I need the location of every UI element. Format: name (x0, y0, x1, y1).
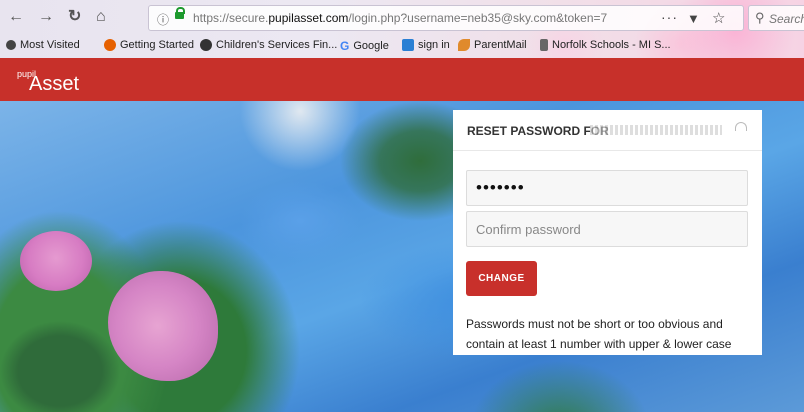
bookmark-label: Norfolk Schools - MI S... (552, 39, 671, 51)
info-icon[interactable]: ⓘ (157, 11, 169, 28)
page-actions-menu-icon[interactable]: ··· (661, 9, 678, 25)
norfolk-icon (540, 39, 548, 51)
url-text[interactable]: https://secure.pupilasset.com/login.php?… (193, 11, 633, 25)
bookmark-getting-started[interactable]: Getting Started (104, 39, 194, 51)
bookmark-label: Getting Started (120, 39, 194, 51)
bookmark-google[interactable]: G Google (340, 39, 389, 53)
search-icon: ⚲ (755, 10, 765, 25)
search-placeholder: Search (769, 12, 804, 26)
globe-icon (200, 39, 212, 51)
search-box[interactable]: ⚲ Search (748, 5, 804, 31)
back-icon[interactable]: ← (8, 8, 24, 26)
pocket-icon[interactable]: ▼ (687, 11, 700, 26)
password-help-text: Passwords must not be short or too obvio… (466, 317, 732, 351)
bookmark-label: Google (353, 40, 389, 52)
url-bar[interactable]: ⓘ https://secure.pupilasset.com/login.ph… (148, 5, 744, 31)
bookmark-childrens-services[interactable]: Children's Services Fin... (200, 39, 337, 51)
logo-big-text: Asset (29, 73, 80, 95)
password-field[interactable]: ••••••• (466, 170, 748, 206)
reset-password-panel: RESET PASSWORD FOR ••••••• Confirm passw… (453, 110, 762, 355)
confirm-password-field[interactable]: Confirm password (466, 211, 748, 247)
browser-toolbar: ← → ↻ ⌂ ⓘ https://secure.pupilasset.com/… (0, 0, 804, 36)
panel-title: RESET PASSWORD FOR (467, 124, 609, 138)
password-value: ••••••• (476, 178, 525, 197)
confirm-password-placeholder: Confirm password (476, 222, 581, 237)
panel-header: RESET PASSWORD FOR (453, 110, 762, 151)
sign-in-icon (402, 39, 414, 51)
redacted-username (590, 125, 722, 135)
bell-icon (735, 122, 747, 131)
home-icon[interactable]: ⌂ (96, 8, 106, 26)
bookmark-parentmail[interactable]: ParentMail (458, 39, 527, 51)
bookmark-label: ParentMail (474, 39, 527, 51)
bookmark-norfolk-schools[interactable]: Norfolk Schools - MI S... (540, 39, 671, 51)
app-header: pupil Asset (0, 58, 804, 101)
parentmail-icon (458, 39, 470, 51)
bookmark-label: Children's Services Fin... (216, 39, 338, 51)
lock-icon (175, 7, 185, 19)
star-icon[interactable]: ☆ (712, 9, 725, 27)
bookmark-label: Most Visited (20, 39, 80, 51)
change-button[interactable]: CHANGE (466, 261, 537, 296)
gear-icon (6, 40, 16, 50)
bookmark-most-visited[interactable]: Most Visited (6, 39, 80, 51)
water-lily-flower (20, 231, 92, 291)
reload-icon[interactable]: ↻ (68, 8, 81, 26)
forward-icon[interactable]: → (38, 8, 54, 26)
bookmarks-toolbar: Most Visited Getting Started Children's … (0, 36, 804, 58)
google-icon: G (340, 39, 350, 53)
bookmark-sign-in[interactable]: sign in (402, 39, 450, 51)
water-lily-flower (108, 271, 218, 381)
firefox-icon (104, 39, 116, 51)
bookmark-label: sign in (418, 39, 450, 51)
